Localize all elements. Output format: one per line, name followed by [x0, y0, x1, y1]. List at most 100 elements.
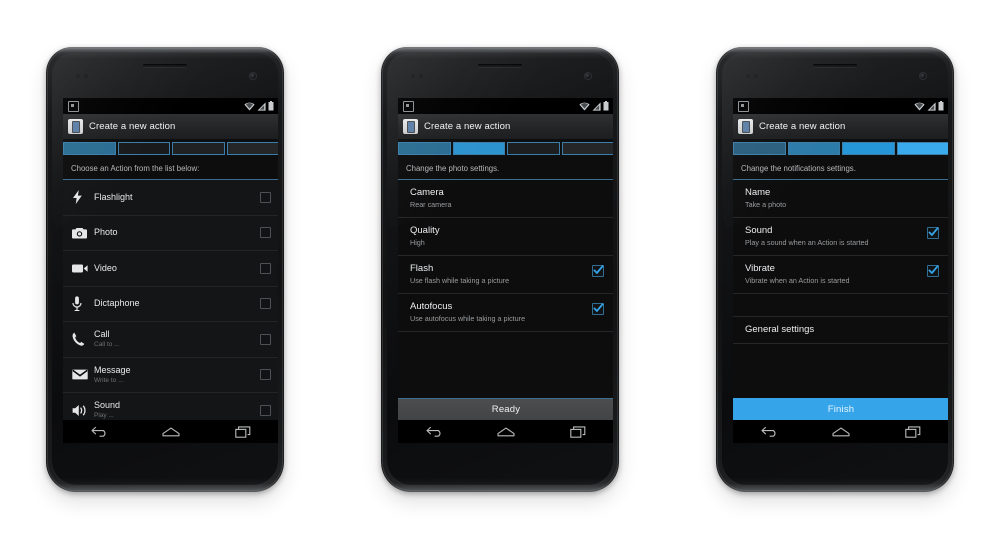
proximity-sensors — [746, 74, 762, 78]
setting-checkbox-checked[interactable] — [592, 265, 604, 277]
phone-call-icon — [72, 332, 94, 346]
instruction-text-2: Change the photo settings. — [398, 157, 613, 180]
finish-button[interactable]: Finish — [733, 398, 948, 420]
setting-checkbox-checked[interactable] — [927, 265, 939, 277]
recent-apps-icon[interactable] — [893, 420, 933, 443]
list-item-flashlight[interactable]: Flashlight — [63, 180, 278, 216]
setting-subtitle: Vibrate when an Action is started — [745, 276, 850, 285]
list-item-title: Flashlight — [94, 191, 133, 202]
setting-checkbox-checked[interactable] — [927, 227, 939, 239]
setting-subtitle: Use flash while taking a picture — [410, 276, 510, 285]
list-item-call[interactable]: Call Call to ... — [63, 322, 278, 358]
list-item-checkbox[interactable] — [260, 369, 271, 381]
action-list-1[interactable]: Flashlight Photo Video Dictaphone Call C… — [63, 180, 278, 420]
setting-title: Flash — [410, 263, 434, 274]
list-item-title: Message — [94, 364, 131, 375]
proximity-sensors — [76, 74, 92, 78]
setting-row-name[interactable]: Name Take a photo — [733, 180, 948, 218]
cellular-signal-icon — [257, 101, 266, 111]
ready-button[interactable]: Ready — [398, 398, 613, 420]
action-bar-1: Create a new action — [63, 114, 278, 140]
settings-list-2[interactable]: Camera Rear camera Quality High Flash Us… — [398, 180, 613, 398]
setting-subtitle: Use autofocus while taking a picture — [410, 314, 526, 323]
action-bar-2: Create a new action — [398, 114, 613, 140]
setting-subtitle: Take a photo — [745, 200, 787, 209]
setting-row-camera[interactable]: Camera Rear camera — [398, 180, 613, 218]
setting-row-quality[interactable]: Quality High — [398, 218, 613, 256]
setting-title: Quality — [410, 225, 440, 236]
front-camera-lens — [250, 73, 256, 79]
progress-segment-1 — [398, 142, 451, 155]
app-notification-icon — [68, 100, 79, 112]
setting-row-sound[interactable]: Sound Play a sound when an Action is sta… — [733, 218, 948, 256]
settings-list-3[interactable]: Name Take a photo Sound Play a sound whe… — [733, 180, 948, 398]
setting-title: Autofocus — [410, 301, 453, 312]
device-icon — [403, 119, 418, 134]
app-title-1: Create a new action — [89, 121, 176, 132]
list-item-checkbox[interactable] — [260, 227, 271, 239]
back-icon[interactable] — [414, 420, 454, 443]
home-icon[interactable] — [821, 420, 861, 443]
wifi-icon — [914, 102, 925, 110]
front-camera-lens — [585, 73, 591, 79]
app-title-3: Create a new action — [759, 121, 846, 132]
list-item-video[interactable]: Video — [63, 251, 278, 287]
setting-row-flash[interactable]: Flash Use flash while taking a picture — [398, 256, 613, 294]
list-item-photo[interactable]: Photo — [63, 215, 278, 251]
setting-row-vibrate[interactable]: Vibrate Vibrate when an Action is starte… — [733, 256, 948, 294]
list-item-message[interactable]: Message Write to ... — [63, 357, 278, 393]
list-item-checkbox[interactable] — [260, 298, 271, 310]
phone-device-2: Create a new action Change the photo set… — [381, 47, 619, 492]
step-progress-bar-2 — [398, 140, 613, 157]
progress-segment-4 — [561, 142, 613, 155]
list-item-subtitle: Call to ... — [94, 341, 120, 349]
navigation-bar-1[interactable] — [63, 420, 278, 443]
progress-segment-2 — [452, 142, 505, 155]
wifi-icon — [244, 102, 255, 110]
list-item-title: Photo — [94, 227, 118, 238]
setting-checkbox-checked[interactable] — [592, 303, 604, 315]
device-icon — [68, 119, 83, 134]
list-item-checkbox[interactable] — [260, 191, 271, 203]
recent-apps-icon[interactable] — [558, 420, 598, 443]
cellular-signal-icon — [927, 101, 936, 111]
list-item-dictaphone[interactable]: Dictaphone — [63, 286, 278, 322]
flashlight-icon — [72, 190, 94, 205]
cellular-signal-icon — [592, 101, 601, 111]
list-item-subtitle: Play ... — [94, 412, 114, 420]
setting-row-autofocus[interactable]: Autofocus Use autofocus while taking a p… — [398, 294, 613, 332]
instruction-text-3: Change the notifications settings. — [733, 157, 948, 180]
envelope-icon — [72, 369, 94, 380]
list-item-checkbox[interactable] — [260, 404, 271, 416]
earpiece-speaker — [143, 64, 187, 67]
instruction-text-1: Choose an Action from the list below: — [63, 157, 278, 180]
wifi-icon — [579, 102, 590, 110]
back-icon[interactable] — [79, 420, 119, 443]
earpiece-speaker — [813, 64, 857, 67]
action-bar-3: Create a new action — [733, 114, 948, 140]
list-item-title: Dictaphone — [94, 298, 140, 309]
home-icon[interactable] — [486, 420, 526, 443]
phone-glass-1: Create a new action Choose an Action fro… — [52, 53, 278, 485]
front-camera-lens — [920, 73, 926, 79]
phone-device-1: Create a new action Choose an Action fro… — [46, 47, 284, 492]
navigation-bar-2[interactable] — [398, 420, 613, 443]
navigation-bar-3[interactable] — [733, 420, 948, 443]
step-progress-bar-1 — [63, 140, 278, 157]
progress-segment-2 — [117, 142, 170, 155]
setting-title: Name — [745, 187, 771, 198]
list-item-title: Call — [94, 329, 110, 340]
microphone-icon — [72, 296, 94, 312]
device-icon — [738, 119, 753, 134]
status-bar-2 — [398, 98, 613, 114]
back-icon[interactable] — [749, 420, 789, 443]
home-icon[interactable] — [151, 420, 191, 443]
list-item-checkbox[interactable] — [260, 262, 271, 274]
phone-glass-3: Create a new action Change the notificat… — [722, 53, 948, 485]
recent-apps-icon[interactable] — [223, 420, 263, 443]
setting-row-general-settings[interactable]: General settings — [733, 317, 948, 344]
list-item-checkbox[interactable] — [260, 333, 271, 345]
phone-screen-3: Create a new action Change the notificat… — [733, 98, 948, 443]
list-item-sound[interactable]: Sound Play ... — [63, 393, 278, 420]
screenshot-canvas: Create a new action Choose an Action fro… — [0, 0, 1001, 546]
